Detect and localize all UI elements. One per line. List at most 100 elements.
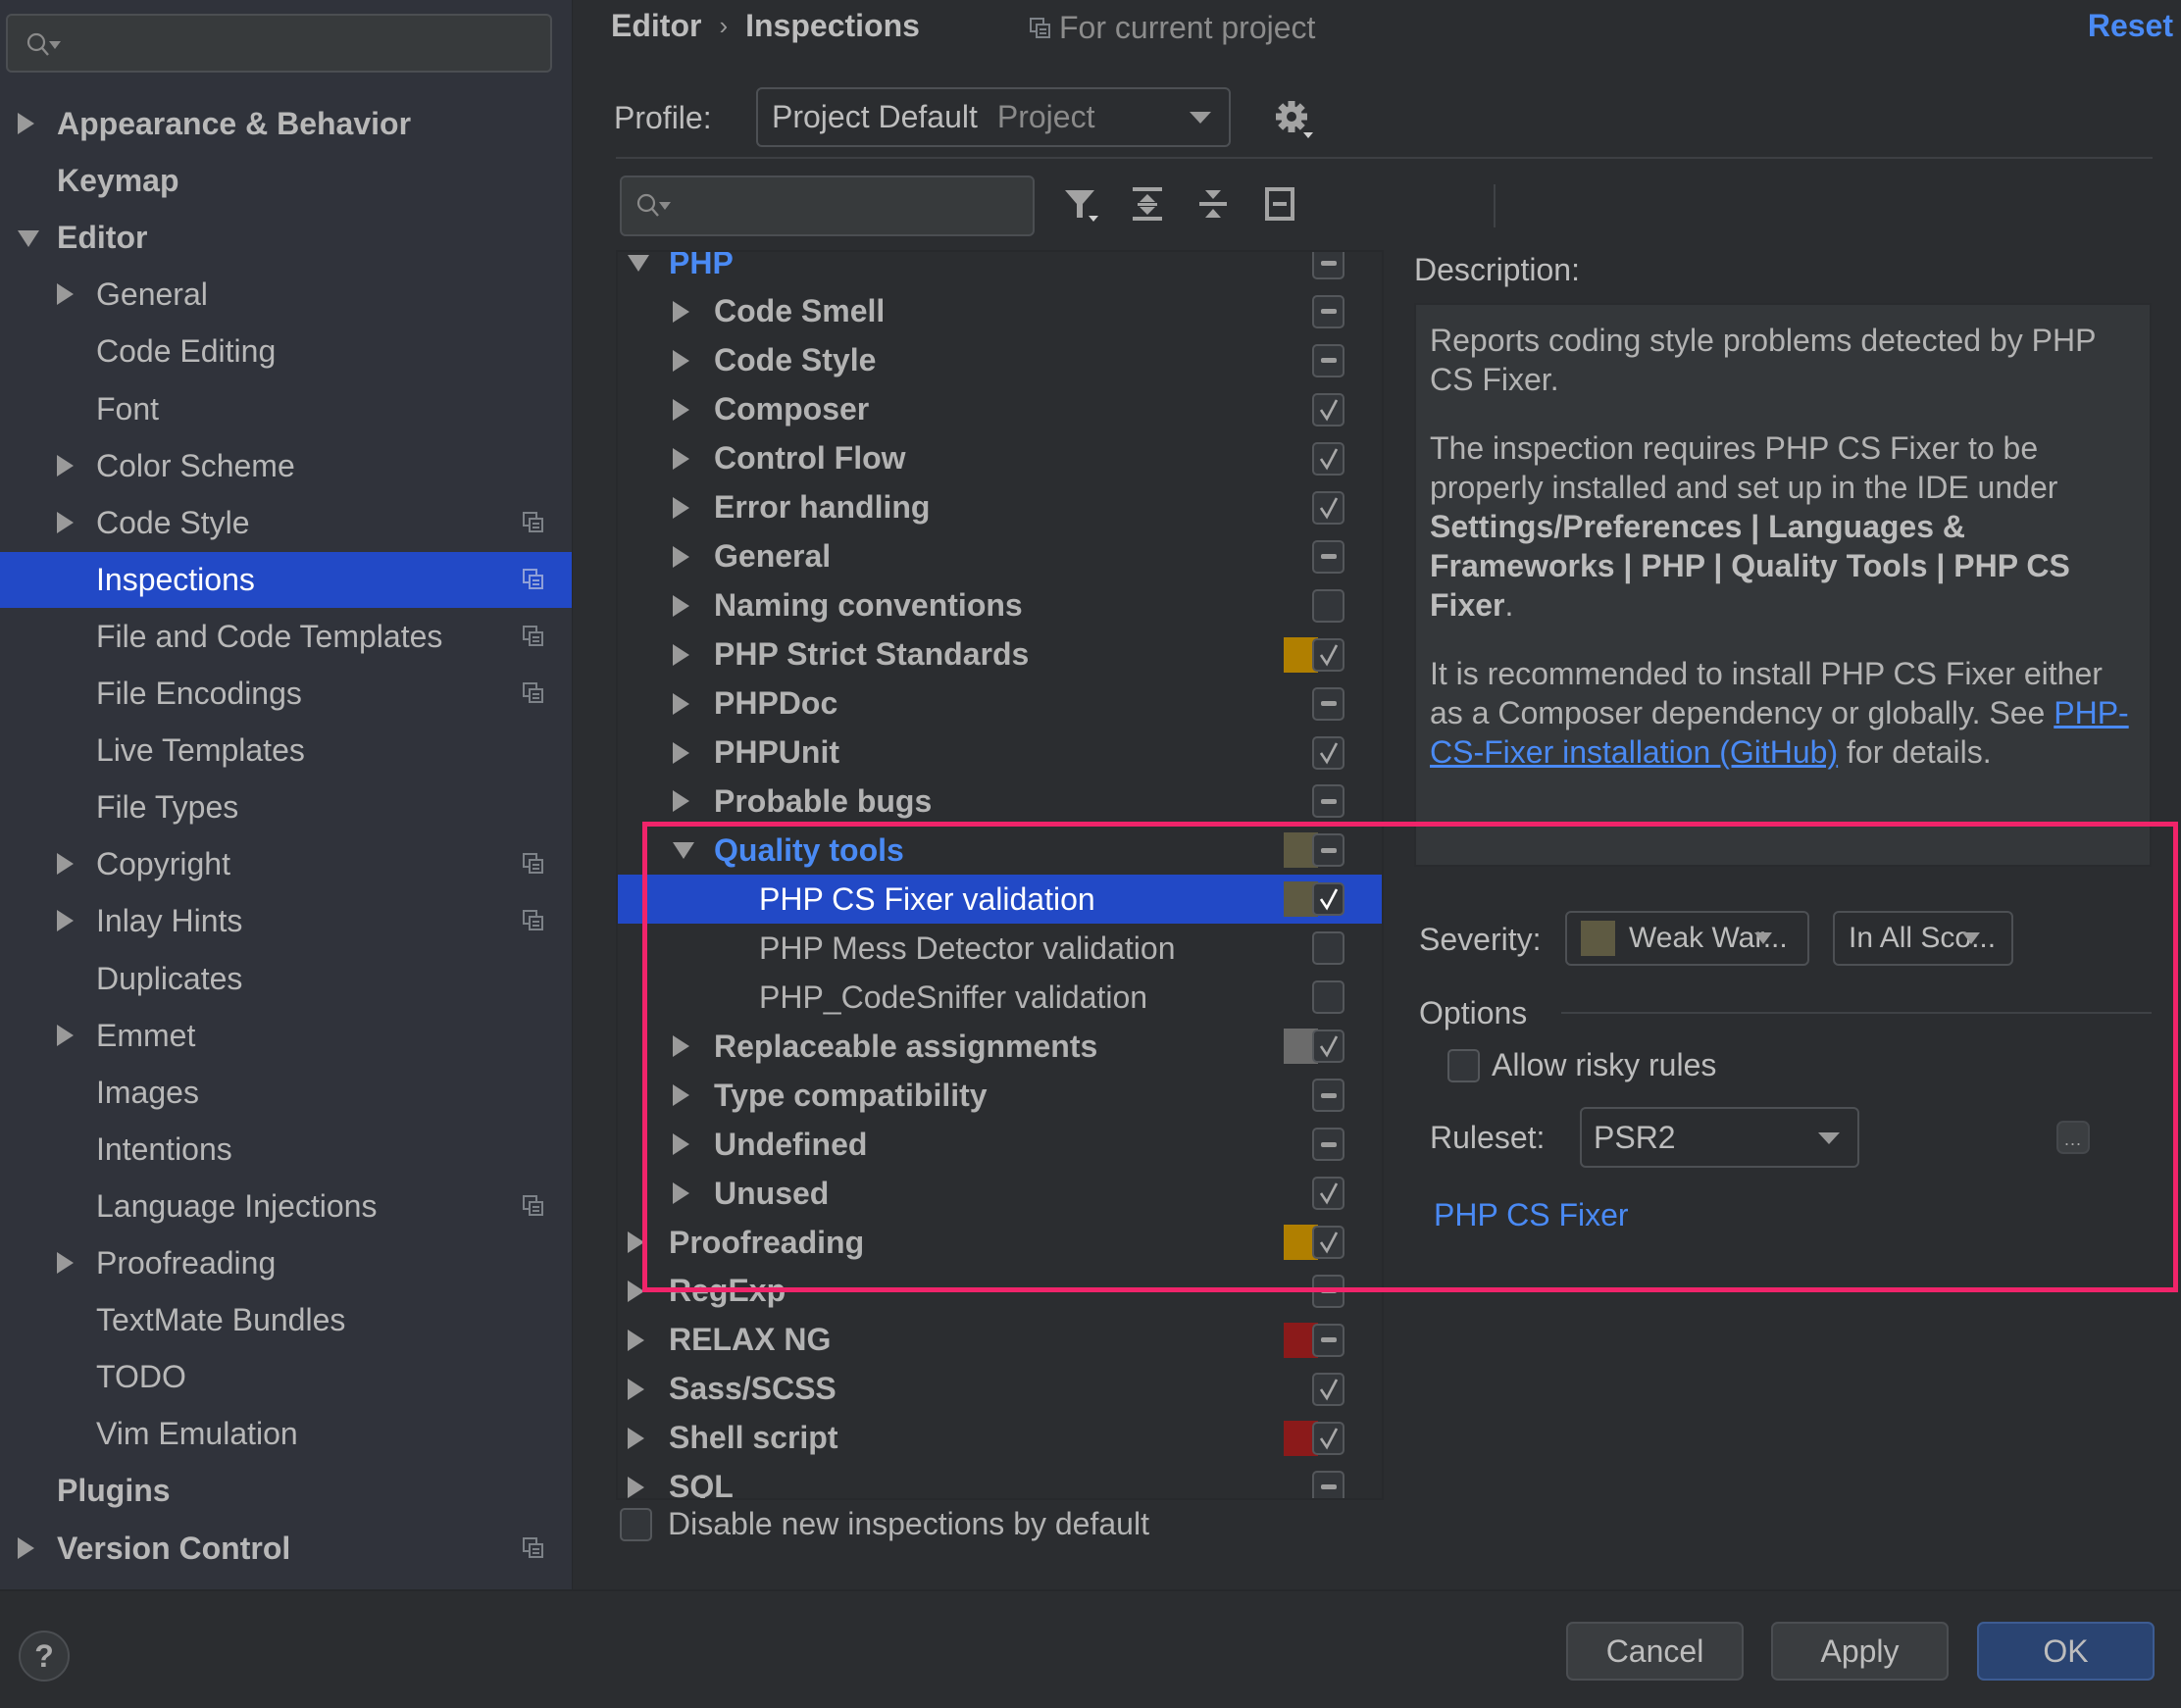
collapsed-arrow-icon[interactable]: [18, 113, 37, 134]
collapsed-arrow-icon[interactable]: [628, 1231, 644, 1253]
sidebar-item-code-editing[interactable]: Code Editing: [0, 324, 572, 379]
search-history-dropdown-icon[interactable]: [49, 41, 61, 49]
inspection-row-quality-tools[interactable]: Quality tools: [618, 826, 1382, 875]
sidebar-search-input[interactable]: [6, 14, 552, 73]
collapsed-arrow-icon[interactable]: [57, 283, 76, 306]
reset-to-empty-icon[interactable]: [1258, 182, 1301, 226]
collapsed-arrow-icon[interactable]: [673, 300, 689, 323]
inspection-row-phpunit[interactable]: PHPUnit: [618, 728, 1382, 778]
expand-all-icon[interactable]: [1126, 182, 1169, 226]
collapsed-arrow-icon[interactable]: [628, 1427, 644, 1449]
inspection-row-control-flow[interactable]: Control Flow: [618, 434, 1382, 483]
expanded-arrow-icon[interactable]: [628, 255, 649, 272]
collapsed-arrow-icon[interactable]: [57, 511, 76, 533]
cancel-button[interactable]: Cancel: [1566, 1622, 1744, 1681]
collapsed-arrow-icon[interactable]: [57, 454, 76, 477]
collapsed-arrow-icon[interactable]: [628, 1280, 644, 1302]
inspection-enabled-checkbox[interactable]: [1312, 735, 1344, 770]
php-cs-fixer-settings-link[interactable]: PHP CS Fixer: [1434, 1197, 1629, 1233]
sidebar-item-color-scheme[interactable]: Color Scheme: [0, 438, 572, 494]
sidebar-item-appearance-behavior[interactable]: Appearance & Behavior: [0, 96, 572, 152]
severity-dropdown[interactable]: Weak War...: [1565, 911, 1809, 966]
disable-new-inspections-option[interactable]: Disable new inspections by default: [620, 1506, 1149, 1542]
disable-new-inspections-checkbox[interactable]: [620, 1507, 652, 1541]
sidebar-item-file-encodings[interactable]: File Encodings: [0, 666, 572, 722]
sidebar-item-keymap[interactable]: Keymap: [0, 153, 572, 209]
inspection-enabled-checkbox[interactable]: [1312, 833, 1344, 868]
sidebar-item-file-and-code-templates[interactable]: File and Code Templates: [0, 609, 572, 665]
collapsed-arrow-icon[interactable]: [628, 1329, 644, 1351]
inspection-enabled-checkbox[interactable]: [1312, 392, 1344, 427]
collapsed-arrow-icon[interactable]: [673, 692, 689, 715]
sidebar-item-vim-emulation[interactable]: Vim Emulation: [0, 1406, 572, 1462]
inspection-row-replaceable-assignments[interactable]: Replaceable assignments: [618, 1022, 1382, 1071]
collapsed-arrow-icon[interactable]: [673, 1182, 689, 1205]
collapsed-arrow-icon[interactable]: [628, 1378, 644, 1400]
collapsed-arrow-icon[interactable]: [673, 496, 689, 519]
sidebar-item-duplicates[interactable]: Duplicates: [0, 951, 572, 1007]
inspection-row-naming-conventions[interactable]: Naming conventions: [618, 581, 1382, 630]
collapsed-arrow-icon[interactable]: [18, 1536, 37, 1559]
collapsed-arrow-icon[interactable]: [673, 1035, 689, 1058]
inspection-row-proofreading[interactable]: Proofreading: [618, 1218, 1382, 1267]
browse-ruleset-button[interactable]: ...: [2056, 1121, 2090, 1154]
inspection-row-phpdoc[interactable]: PHPDoc: [618, 679, 1382, 728]
inspection-enabled-checkbox[interactable]: [1312, 980, 1344, 1015]
collapsed-arrow-icon[interactable]: [628, 1476, 644, 1498]
sidebar-item-copyright[interactable]: Copyright: [0, 836, 572, 892]
inspection-enabled-checkbox[interactable]: [1312, 441, 1344, 476]
sidebar-item-inspections[interactable]: Inspections: [0, 551, 572, 608]
inspection-enabled-checkbox[interactable]: [1312, 1079, 1344, 1113]
inspection-row-composer[interactable]: Composer: [618, 385, 1382, 434]
expanded-arrow-icon[interactable]: [18, 230, 39, 252]
filter-icon[interactable]: [1059, 182, 1102, 226]
inspection-row-shell-script[interactable]: Shell script: [618, 1414, 1382, 1463]
sidebar-item-general[interactable]: General: [0, 267, 572, 323]
sidebar-item-file-types[interactable]: File Types: [0, 779, 572, 835]
ok-button[interactable]: OK: [1977, 1622, 2155, 1681]
inspection-enabled-checkbox[interactable]: [1312, 784, 1344, 819]
sidebar-item-intentions[interactable]: Intentions: [0, 1122, 572, 1178]
inspection-row-php-cs-fixer-validation[interactable]: PHP CS Fixer validation: [618, 875, 1382, 925]
collapsed-arrow-icon[interactable]: [673, 398, 689, 421]
inspection-row-error-handling[interactable]: Error handling: [618, 483, 1382, 532]
inspection-enabled-checkbox[interactable]: [1312, 1226, 1344, 1259]
inspection-row-php-mess-detector-validation[interactable]: PHP Mess Detector validation: [618, 924, 1382, 973]
sidebar-item-font[interactable]: Font: [0, 381, 572, 437]
sidebar-item-editor[interactable]: Editor: [0, 210, 572, 266]
inspection-row-php-strict-standards[interactable]: PHP Strict Standards: [618, 630, 1382, 679]
sidebar-item-images[interactable]: Images: [0, 1065, 572, 1121]
inspection-enabled-checkbox[interactable]: [1312, 637, 1344, 672]
collapsed-arrow-icon[interactable]: [673, 643, 689, 666]
collapsed-arrow-icon[interactable]: [673, 349, 689, 372]
inspection-enabled-checkbox[interactable]: [1312, 294, 1344, 328]
collapsed-arrow-icon[interactable]: [57, 1024, 76, 1046]
apply-button[interactable]: Apply: [1771, 1622, 1949, 1681]
inspection-enabled-checkbox[interactable]: [1312, 1274, 1344, 1308]
sidebar-item-live-templates[interactable]: Live Templates: [0, 723, 572, 779]
inspection-enabled-checkbox[interactable]: [1312, 1470, 1344, 1498]
inspection-enabled-checkbox[interactable]: [1312, 343, 1344, 377]
inspection-row-php[interactable]: PHP: [618, 252, 1382, 287]
inspection-enabled-checkbox[interactable]: [1312, 539, 1344, 574]
inspection-row-undefined[interactable]: Undefined: [618, 1120, 1382, 1169]
inspection-row-type-compatibility[interactable]: Type compatibility: [618, 1071, 1382, 1120]
inspection-row-sql[interactable]: SQL: [618, 1463, 1382, 1498]
inspection-row-code-style[interactable]: Code Style: [618, 336, 1382, 385]
inspection-enabled-checkbox[interactable]: [1312, 931, 1344, 966]
inspection-enabled-checkbox[interactable]: [1312, 1421, 1344, 1455]
ruleset-dropdown[interactable]: PSR2: [1580, 1107, 1859, 1168]
profile-dropdown[interactable]: Project Default Project: [756, 87, 1231, 147]
inspection-enabled-checkbox[interactable]: [1312, 882, 1344, 917]
collapsed-arrow-icon[interactable]: [57, 1252, 76, 1274]
collapsed-arrow-icon[interactable]: [673, 1133, 689, 1156]
inspection-enabled-checkbox[interactable]: [1312, 1372, 1344, 1406]
sidebar-item-code-style[interactable]: Code Style: [0, 495, 572, 551]
collapse-all-icon[interactable]: [1192, 182, 1235, 226]
inspection-enabled-checkbox[interactable]: [1312, 1128, 1344, 1162]
inspection-enabled-checkbox[interactable]: [1312, 588, 1344, 623]
inspection-row-regexp[interactable]: RegExp: [618, 1267, 1382, 1316]
collapsed-arrow-icon[interactable]: [673, 545, 689, 568]
collapsed-arrow-icon[interactable]: [673, 447, 689, 470]
help-button[interactable]: ?: [19, 1631, 70, 1682]
